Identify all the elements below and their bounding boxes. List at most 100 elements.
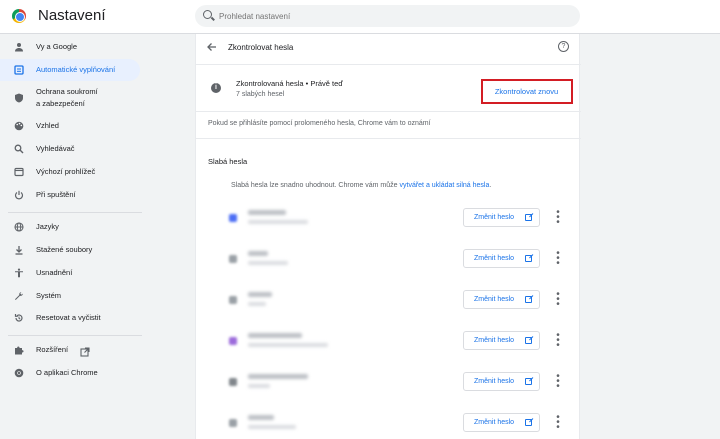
- sidebar-item-label: Jazyky: [36, 222, 59, 231]
- site-name-redacted: [248, 210, 286, 215]
- sidebar-item-system[interactable]: Systém: [0, 285, 140, 307]
- sidebar-item-you-and-google[interactable]: Vy a Google: [0, 36, 140, 58]
- shield-icon: [14, 93, 24, 103]
- search-box[interactable]: [195, 5, 580, 27]
- weak-password-count: 7 slabých hesel: [236, 91, 285, 98]
- username-redacted: [248, 384, 270, 388]
- power-icon: [14, 190, 24, 200]
- sidebar-item-label: Vy a Google: [36, 42, 77, 51]
- site-favicon: [229, 378, 237, 386]
- external-link-icon: [525, 419, 532, 426]
- sidebar-item-languages[interactable]: Jazyky: [0, 216, 140, 238]
- sidebar-item-search-engine[interactable]: Vyhledávač: [0, 138, 140, 160]
- sidebar-item-label: Vzhled: [36, 121, 59, 130]
- sidebar-item-downloads[interactable]: Stažené soubory: [0, 239, 140, 261]
- section-title: Slabá hesla: [208, 157, 248, 166]
- divider: [196, 64, 581, 65]
- site-favicon: [229, 419, 237, 427]
- sidebar-item-label: O aplikaci Chrome: [36, 368, 98, 377]
- more-vert-icon[interactable]: • • •: [554, 413, 562, 433]
- password-row: Změnit heslo • • •: [196, 241, 581, 277]
- sidebar-item-label: Vyhledávač: [36, 144, 75, 153]
- change-password-button[interactable]: Změnit heslo: [463, 331, 540, 350]
- change-password-button[interactable]: Změnit heslo: [463, 290, 540, 309]
- password-check-card: Zkontrolovat hesla ? i Zkontrolovaná hes…: [195, 34, 581, 439]
- password-row: Změnit heslo • • •: [196, 282, 581, 318]
- change-password-button[interactable]: Změnit heslo: [463, 372, 540, 391]
- more-vert-icon[interactable]: • • •: [554, 208, 562, 228]
- autofill-icon: [14, 65, 24, 75]
- external-link-icon: [80, 344, 90, 362]
- change-password-button[interactable]: Změnit heslo: [463, 249, 540, 268]
- sidebar-item-label: Automatické vyplňování: [36, 65, 116, 74]
- more-vert-icon[interactable]: • • •: [554, 331, 562, 351]
- sidebar-divider: [8, 212, 142, 213]
- sidebar-item-label: Výchozí prohlížeč: [36, 167, 96, 176]
- sidebar-item-privacy[interactable]: Ochrana soukromí a zabezpečení: [0, 84, 140, 112]
- site-name-redacted: [248, 292, 272, 297]
- check-again-button[interactable]: Zkontrolovat znovu: [485, 83, 568, 99]
- site-name-redacted: [248, 251, 268, 256]
- search-icon: [14, 144, 24, 154]
- more-vert-icon[interactable]: • • •: [554, 249, 562, 269]
- sidebar-item-default-browser[interactable]: Výchozí prohlížeč: [0, 161, 140, 183]
- help-icon[interactable]: ?: [558, 41, 569, 52]
- page-title: Zkontrolovat hesla: [228, 43, 294, 52]
- sidebar-item-label: Resetovat a vyčistit: [36, 313, 101, 322]
- site-favicon: [229, 255, 237, 263]
- sidebar-item-about-chrome[interactable]: O aplikaci Chrome: [0, 362, 140, 384]
- username-redacted: [248, 425, 296, 429]
- password-row: Změnit heslo • • •: [196, 364, 581, 400]
- external-link-icon: [525, 296, 532, 303]
- username-redacted: [248, 220, 308, 224]
- wrench-icon: [14, 291, 24, 301]
- sidebar-divider: [8, 335, 142, 336]
- sidebar-item-label: Ochrana soukromí: [36, 87, 98, 96]
- highlight-box: Zkontrolovat znovu: [481, 79, 573, 104]
- sidebar-item-label: Systém: [36, 291, 62, 300]
- change-password-button[interactable]: Změnit heslo: [463, 208, 540, 227]
- sidebar-item-label: Stažené soubory: [36, 245, 93, 254]
- sidebar-item-reset[interactable]: Resetovat a vyčistit: [0, 307, 140, 329]
- reset-icon: [14, 313, 24, 323]
- download-icon: [14, 245, 24, 255]
- site-name-redacted: [248, 374, 308, 379]
- sidebar-item-extensions[interactable]: Rozšíření: [0, 339, 140, 361]
- top-bar: Nastavení: [0, 0, 720, 34]
- create-strong-passwords-link[interactable]: vytvářet a ukládat silná hesla: [400, 182, 490, 189]
- person-icon: [14, 42, 24, 52]
- sidebar: Vy a Google Automatické vyplňování Ochra…: [0, 34, 145, 439]
- chrome-logo-icon: [12, 9, 26, 23]
- username-redacted: [248, 343, 328, 347]
- search-icon: [203, 10, 212, 19]
- external-link-icon: [525, 214, 532, 221]
- site-name-redacted: [248, 333, 302, 338]
- section-description: Slabá hesla lze snadno uhodnout. Chrome …: [231, 182, 492, 189]
- more-vert-icon[interactable]: • • •: [554, 290, 562, 310]
- back-arrow-icon[interactable]: [206, 41, 220, 55]
- status-title: Zkontrolovaná hesla • Právě teď: [236, 79, 343, 88]
- browser-icon: [14, 167, 24, 177]
- sidebar-item-accessibility[interactable]: Usnadnění: [0, 262, 140, 284]
- notify-text: Pokud se přihlásíte pomocí prolomeného h…: [208, 120, 431, 127]
- external-link-icon: [525, 337, 532, 344]
- external-link-icon: [525, 378, 532, 385]
- site-favicon: [229, 337, 237, 345]
- sidebar-item-appearance[interactable]: Vzhled: [0, 115, 140, 137]
- change-password-button[interactable]: Změnit heslo: [463, 413, 540, 432]
- sidebar-item-label: Usnadnění: [36, 268, 73, 277]
- search-input[interactable]: [219, 9, 559, 23]
- more-vert-icon[interactable]: • • •: [554, 372, 562, 392]
- password-row: Změnit heslo • • •: [196, 405, 581, 439]
- chrome-icon: [14, 368, 24, 378]
- accessibility-icon: [14, 268, 24, 278]
- site-favicon: [229, 214, 237, 222]
- sidebar-item-autofill[interactable]: Automatické vyplňování: [0, 59, 140, 81]
- password-row: Změnit heslo • • •: [196, 323, 581, 359]
- external-link-icon: [525, 255, 532, 262]
- card-header: Zkontrolovat hesla ?: [196, 34, 581, 62]
- password-row: Změnit heslo • • •: [196, 200, 581, 236]
- info-icon: i: [211, 83, 221, 93]
- sidebar-item-on-startup[interactable]: Při spuštění: [0, 184, 140, 206]
- divider: [196, 138, 581, 139]
